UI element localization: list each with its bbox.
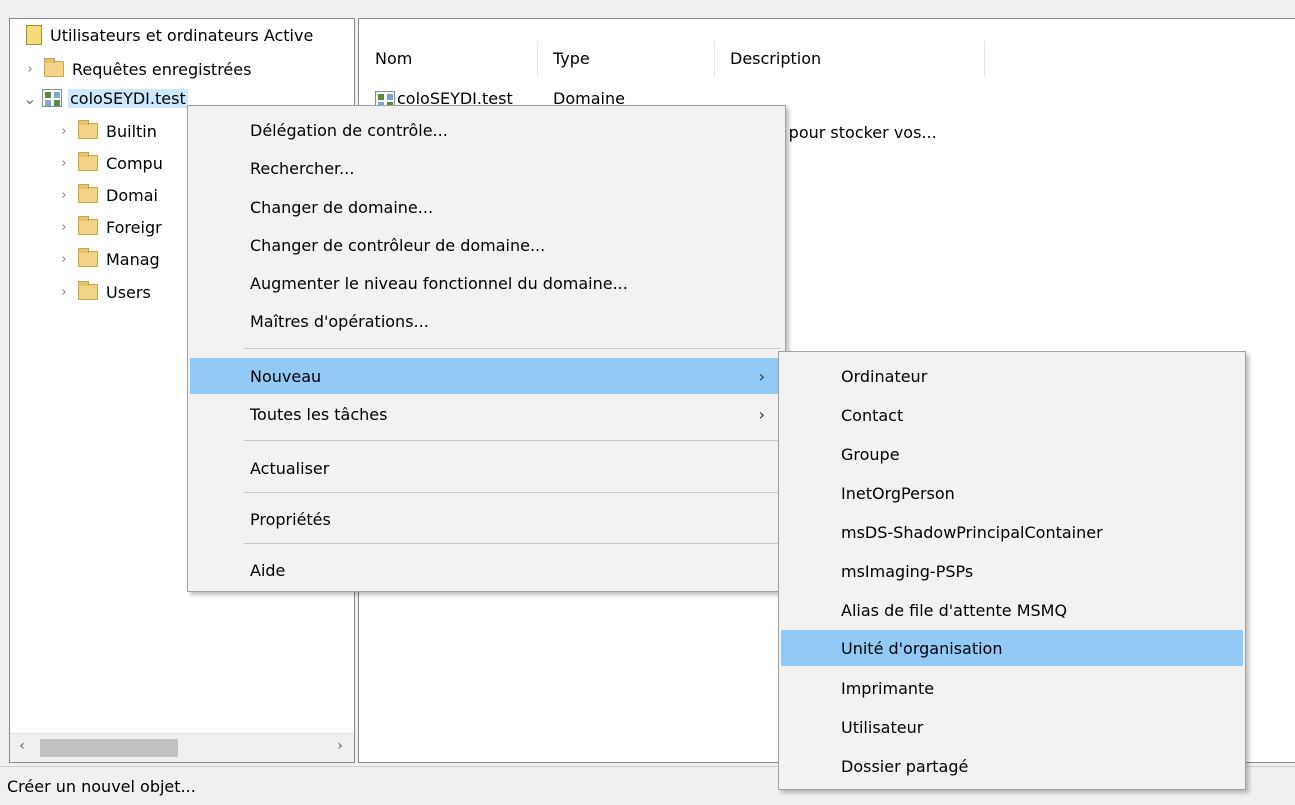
scrollbar-thumb[interactable] bbox=[40, 739, 178, 757]
folder-icon bbox=[78, 248, 98, 267]
tree-node-label: Builtin bbox=[106, 121, 157, 141]
tree-root-label: Utilisateurs et ordinateurs Active bbox=[50, 25, 314, 45]
submenu-item-inetorgperson[interactable]: InetOrgPerson bbox=[781, 475, 1243, 511]
menu-separator bbox=[244, 543, 781, 544]
expand-chevron-icon[interactable]: › bbox=[56, 252, 72, 267]
submenu-arrow-icon: › bbox=[758, 404, 765, 424]
menu-item-label: Imprimante bbox=[841, 678, 935, 698]
submenu-item-organizational-unit[interactable]: Unité d'organisation bbox=[781, 630, 1243, 666]
folder-icon bbox=[44, 58, 64, 77]
menu-item-label: Dossier partagé bbox=[841, 756, 969, 776]
folder-icon bbox=[78, 152, 98, 171]
submenu-item-contact[interactable]: Contact bbox=[781, 397, 1243, 433]
menu-item-refresh[interactable]: Actualiser bbox=[190, 450, 783, 486]
menu-item-operations-masters[interactable]: Maîtres d'opérations... bbox=[190, 303, 783, 339]
tree-node-managed[interactable]: › Manag bbox=[56, 247, 160, 271]
menu-item-label: Unité d'organisation bbox=[841, 638, 1003, 658]
tree-node-label-domain: coloSEYDI.test bbox=[68, 88, 188, 108]
context-menu[interactable]: Délégation de contrôle... Rechercher... … bbox=[187, 105, 786, 592]
tree-node-label: Compu bbox=[106, 153, 163, 173]
folder-icon bbox=[78, 281, 98, 300]
menu-item-delegation[interactable]: Délégation de contrôle... bbox=[190, 112, 783, 148]
snapin-root-icon bbox=[26, 25, 42, 45]
tree-node-builtin[interactable]: › Builtin bbox=[56, 119, 157, 143]
menu-item-find[interactable]: Rechercher... bbox=[190, 150, 783, 186]
submenu-arrow-icon: › bbox=[758, 366, 765, 386]
ou-folder-icon bbox=[78, 184, 98, 203]
folder-icon bbox=[78, 216, 98, 235]
scroll-left-icon[interactable]: ‹ bbox=[12, 738, 32, 754]
menu-item-new[interactable]: Nouveau › bbox=[190, 358, 783, 394]
menu-item-raise-level[interactable]: Augmenter le niveau fonctionnel du domai… bbox=[190, 265, 783, 301]
column-divider[interactable] bbox=[714, 41, 715, 77]
menu-item-label: Actualiser bbox=[250, 458, 330, 478]
tree-node-label: Domai bbox=[106, 185, 158, 205]
collapse-chevron-icon[interactable]: ⌄ bbox=[22, 89, 38, 108]
column-header-description[interactable]: Description bbox=[730, 49, 821, 73]
expand-chevron-icon[interactable]: › bbox=[56, 188, 72, 203]
tree-node-users[interactable]: › Users bbox=[56, 280, 151, 304]
menu-separator bbox=[244, 492, 781, 493]
tree-node-label: Requêtes enregistrées bbox=[72, 59, 252, 79]
menu-item-label: Groupe bbox=[841, 444, 900, 464]
menu-item-change-domain[interactable]: Changer de domaine... bbox=[190, 189, 783, 225]
menu-item-all-tasks[interactable]: Toutes les tâches › bbox=[190, 396, 783, 432]
tree-node-computers[interactable]: › Compu bbox=[56, 151, 163, 175]
tree-root[interactable]: Utilisateurs et ordinateurs Active bbox=[22, 23, 313, 47]
expand-chevron-icon[interactable]: › bbox=[56, 220, 72, 235]
expand-chevron-icon[interactable]: › bbox=[56, 124, 72, 139]
tree-horizontal-scrollbar[interactable]: ‹ › bbox=[10, 733, 354, 762]
tree-node-domain[interactable]: ⌄ coloSEYDI.test bbox=[22, 86, 188, 110]
scroll-right-icon[interactable]: › bbox=[330, 738, 350, 754]
tree-node-label: Users bbox=[106, 282, 151, 302]
submenu-item-msmq-alias[interactable]: Alias de file d'attente MSMQ bbox=[781, 592, 1243, 628]
menu-item-label: Délégation de contrôle... bbox=[250, 120, 448, 140]
menu-item-label: InetOrgPerson bbox=[841, 483, 955, 503]
menu-item-label: Changer de domaine... bbox=[250, 197, 434, 217]
menu-item-properties[interactable]: Propriétés bbox=[190, 501, 783, 537]
column-header-name[interactable]: Nom bbox=[375, 49, 412, 73]
submenu-item-shadow-principal-container[interactable]: msDS-ShadowPrincipalContainer bbox=[781, 514, 1243, 550]
menu-item-label: Nouveau bbox=[250, 366, 322, 386]
tree-node-label: Foreigr bbox=[106, 217, 162, 237]
submenu-item-printer[interactable]: Imprimante bbox=[781, 670, 1243, 706]
domain-icon bbox=[42, 89, 62, 107]
menu-item-label: Alias de file d'attente MSMQ bbox=[841, 600, 1068, 620]
submenu-item-user[interactable]: Utilisateur bbox=[781, 709, 1243, 745]
status-text: Créer un nouvel objet... bbox=[7, 776, 196, 796]
submenu-item-group[interactable]: Groupe bbox=[781, 436, 1243, 472]
menu-item-label: Ordinateur bbox=[841, 366, 928, 386]
tree-node-saved-queries[interactable]: › Requêtes enregistrées bbox=[22, 57, 251, 81]
tree-node-domain-controllers[interactable]: › Domai bbox=[56, 183, 158, 207]
expand-chevron-icon[interactable]: › bbox=[56, 285, 72, 300]
menu-item-label: Aide bbox=[250, 560, 286, 580]
menu-item-change-dc[interactable]: Changer de contrôleur de domaine... bbox=[190, 227, 783, 263]
menu-separator bbox=[244, 348, 781, 349]
tree-node-foreign[interactable]: › Foreigr bbox=[56, 215, 162, 239]
tree-node-label: Manag bbox=[106, 249, 160, 269]
menu-item-label: msDS-ShadowPrincipalContainer bbox=[841, 522, 1103, 542]
menu-item-label: Maîtres d'opérations... bbox=[250, 311, 429, 331]
menu-item-label: Changer de contrôleur de domaine... bbox=[250, 235, 546, 255]
menu-item-label: Propriétés bbox=[250, 509, 331, 529]
menu-item-label: Rechercher... bbox=[250, 158, 355, 178]
list-cell-description: r pour stocker vos... bbox=[777, 123, 937, 142]
column-divider[interactable] bbox=[537, 41, 538, 77]
menu-item-help[interactable]: Aide bbox=[190, 552, 783, 588]
menu-item-label: Contact bbox=[841, 405, 904, 425]
new-submenu[interactable]: Ordinateur Contact Groupe InetOrgPerson … bbox=[778, 351, 1246, 790]
submenu-item-shared-folder[interactable]: Dossier partagé bbox=[781, 748, 1243, 784]
column-divider[interactable] bbox=[984, 41, 985, 77]
menu-item-label: Augmenter le niveau fonctionnel du domai… bbox=[250, 273, 628, 293]
menu-separator bbox=[244, 440, 781, 441]
submenu-item-computer[interactable]: Ordinateur bbox=[781, 358, 1243, 394]
expand-chevron-icon[interactable]: › bbox=[56, 156, 72, 171]
submenu-item-msimaging-psps[interactable]: msImaging-PSPs bbox=[781, 553, 1243, 589]
menu-item-label: Utilisateur bbox=[841, 717, 924, 737]
column-header-type[interactable]: Type bbox=[553, 49, 590, 73]
menu-item-label: Toutes les tâches bbox=[250, 404, 388, 424]
expand-chevron-icon[interactable]: › bbox=[22, 62, 38, 77]
folder-icon bbox=[78, 120, 98, 139]
menu-item-label: msImaging-PSPs bbox=[841, 561, 974, 581]
